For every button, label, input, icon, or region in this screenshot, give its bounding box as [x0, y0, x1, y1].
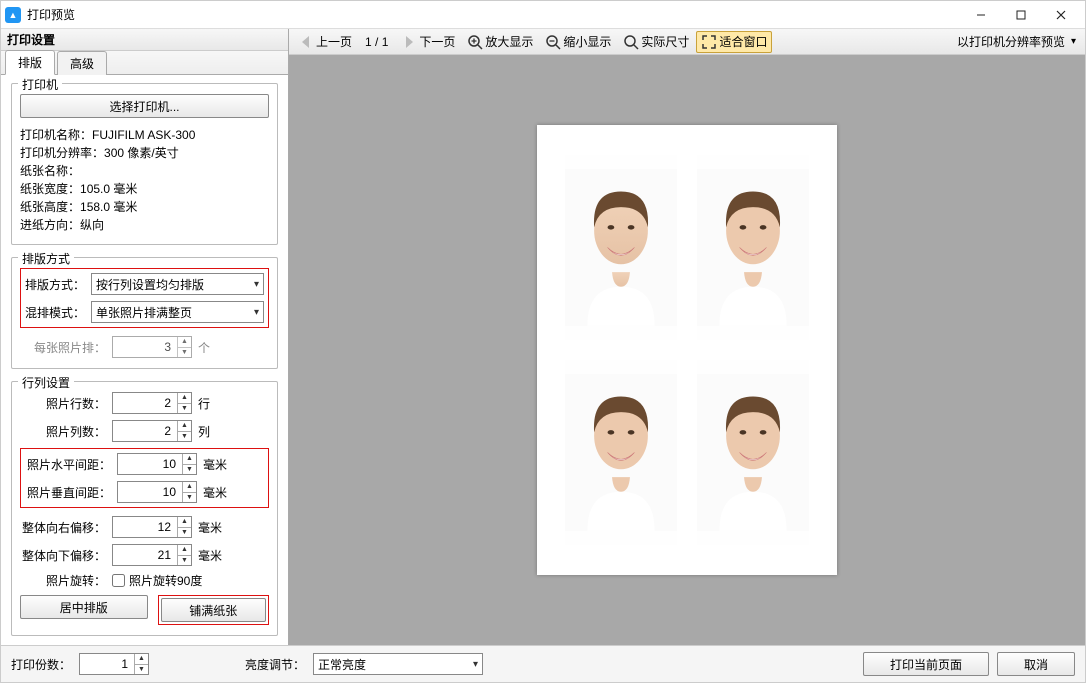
print-current-page-button[interactable]: 打印当前页面 [863, 652, 989, 676]
layout-mode-group: 排版方式 排版方式： 按行列设置均匀排版 混排模式： 单张照片排满整页 每张照片… [11, 257, 278, 369]
rotate-checkbox[interactable]: 照片旋转90度 [112, 572, 202, 589]
printer-group: 打印机 选择打印机... 打印机名称：FUJIFILM ASK-300 打印机分… [11, 83, 278, 245]
page-indicator: 1 / 1 [359, 35, 394, 49]
doff-spinner[interactable]: 21▲▼ [112, 544, 192, 566]
footer: 打印份数： 1▲▼ 亮度调节： 正常亮度 打印当前页面 取消 [1, 646, 1085, 682]
grid-group: 行列设置 照片行数： 2▲▼ 行 照片列数： 2▲▼ 列 照片水平间距： 10▲… [11, 381, 278, 636]
window-title: 打印预览 [27, 6, 75, 23]
actual-size-button[interactable]: 实际尺寸 [618, 31, 694, 53]
grid-legend: 行列设置 [18, 374, 74, 391]
titlebar: 打印预览 [1, 1, 1085, 29]
tab-layout[interactable]: 排版 [5, 50, 55, 75]
roff-spinner[interactable]: 12▲▼ [112, 516, 192, 538]
rows-spinner[interactable]: 2▲▼ [112, 392, 192, 414]
prev-page-button[interactable]: 上一页 [293, 31, 357, 53]
center-layout-button[interactable]: 居中排版 [20, 595, 148, 619]
layout-mode-label: 排版方式： [25, 276, 85, 293]
photo-slot [565, 360, 677, 545]
preview-toolbar: 上一页 1 / 1 下一页 放大显示 缩小显示 实际尺寸 适合窗口 [289, 29, 1085, 55]
fit-window-button[interactable]: 适合窗口 [696, 31, 772, 53]
layout-mode-legend: 排版方式 [18, 250, 74, 267]
sidebar-title: 打印设置 [1, 29, 288, 51]
maximize-button[interactable] [1001, 1, 1041, 29]
minimize-button[interactable] [961, 1, 1001, 29]
perpage-spinner[interactable]: 3▲▼ [112, 336, 192, 358]
copies-label: 打印份数： [11, 656, 71, 673]
vgap-spinner[interactable]: 10▲▼ [117, 481, 197, 503]
preview-canvas [289, 55, 1085, 645]
settings-tabs: 排版 高级 [1, 51, 288, 75]
next-page-button[interactable]: 下一页 [396, 31, 460, 53]
layout-mode-select[interactable]: 按行列设置均匀排版 [91, 273, 264, 295]
zoom-out-button[interactable]: 缩小显示 [540, 31, 616, 53]
brightness-select[interactable]: 正常亮度 [313, 653, 483, 675]
cols-spinner[interactable]: 2▲▼ [112, 420, 192, 442]
photo-slot [697, 360, 809, 545]
tab-advanced[interactable]: 高级 [57, 51, 107, 75]
paper-preview [537, 125, 837, 575]
printer-info: 打印机名称：FUJIFILM ASK-300 打印机分辨率：300 像素/英寸 … [20, 126, 269, 234]
select-printer-button[interactable]: 选择打印机... [20, 94, 269, 118]
fill-paper-button[interactable]: 铺满纸张 [161, 598, 267, 622]
mix-mode-select[interactable]: 单张照片排满整页 [91, 301, 264, 323]
preview-resolution-dropdown[interactable]: 以打印机分辨率预览 [952, 31, 1081, 53]
zoom-in-button[interactable]: 放大显示 [462, 31, 538, 53]
close-button[interactable] [1041, 1, 1081, 29]
perpage-label: 每张照片排： [20, 339, 106, 356]
copies-spinner[interactable]: 1▲▼ [79, 653, 149, 675]
app-icon [5, 7, 21, 23]
brightness-label: 亮度调节： [245, 656, 305, 673]
photo-slot [565, 155, 677, 340]
hgap-spinner[interactable]: 10▲▼ [117, 453, 197, 475]
photo-slot [697, 155, 809, 340]
mix-mode-label: 混排模式： [25, 304, 85, 321]
settings-sidebar: 打印设置 排版 高级 打印机 选择打印机... 打印机名称：FUJIFILM A… [1, 29, 289, 645]
printer-legend: 打印机 [18, 76, 62, 93]
cancel-button[interactable]: 取消 [997, 652, 1075, 676]
